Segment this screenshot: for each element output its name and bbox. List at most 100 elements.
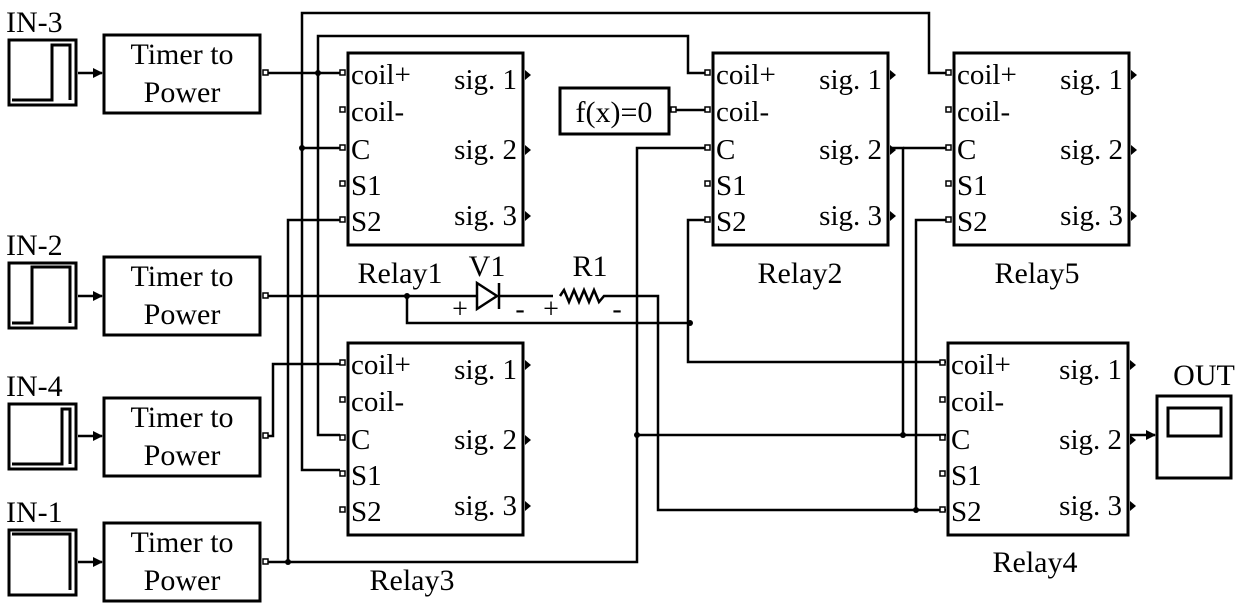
input-in-2[interactable]: IN-2 bbox=[6, 229, 78, 330]
input-port[interactable] bbox=[704, 106, 711, 113]
output-port[interactable] bbox=[1131, 211, 1137, 221]
input-port[interactable] bbox=[704, 144, 711, 151]
constant-label: f(x)=0 bbox=[576, 96, 653, 129]
input-in-4[interactable]: IN-4 bbox=[6, 370, 78, 471]
port-label: sig. 2 bbox=[819, 134, 882, 166]
relay-block-5[interactable]: coil+ coil- C S1 S2 sig. 1 sig. 2 sig. 3 Relay5 bbox=[945, 51, 1137, 290]
input-port[interactable] bbox=[939, 470, 946, 477]
constant-block[interactable]: f(x)=0 bbox=[558, 86, 677, 136]
diode-icon bbox=[475, 280, 500, 312]
output-label: OUT bbox=[1173, 359, 1235, 392]
input-port[interactable] bbox=[339, 106, 346, 113]
relay-name: Relay5 bbox=[995, 257, 1080, 290]
input-port[interactable] bbox=[339, 216, 346, 223]
relay-block-4[interactable]: coil+ coil- C S1 S2 sig. 1 sig. 2 sig. 3 Relay4 bbox=[939, 341, 1136, 579]
wire bbox=[890, 146, 905, 435]
input-in-1[interactable]: IN-1 bbox=[6, 496, 78, 597]
input-port[interactable] bbox=[939, 359, 946, 366]
port-label: sig. 3 bbox=[454, 490, 517, 522]
relay-block-3[interactable]: coil+ coil- C S1 S2 sig. 1 sig. 2 sig. 3 Relay3 bbox=[339, 341, 531, 597]
diode-label: V1 bbox=[469, 250, 506, 283]
input-port[interactable] bbox=[339, 69, 346, 76]
port-label: S1 bbox=[951, 460, 982, 492]
port-label: S2 bbox=[951, 496, 982, 528]
timer-block-2[interactable]: Timer to Power bbox=[102, 255, 269, 337]
port-label: sig. 1 bbox=[1060, 64, 1123, 96]
step-source-icon bbox=[7, 38, 78, 107]
timer-label: Timer to bbox=[130, 401, 233, 434]
wire bbox=[286, 218, 340, 562]
relay-name: Relay1 bbox=[358, 257, 443, 290]
port-label: C bbox=[716, 134, 735, 166]
port-label: sig. 3 bbox=[1059, 490, 1122, 522]
polarity-plus: + bbox=[452, 294, 468, 325]
input-port[interactable] bbox=[339, 144, 346, 151]
output-port[interactable] bbox=[1130, 360, 1136, 370]
polarity-minus: - bbox=[515, 294, 524, 325]
input-port[interactable] bbox=[939, 506, 946, 513]
output-port[interactable] bbox=[1131, 145, 1137, 155]
output-port[interactable] bbox=[890, 211, 896, 221]
input-port[interactable] bbox=[339, 180, 346, 187]
output-port[interactable] bbox=[525, 145, 531, 155]
input-port[interactable] bbox=[939, 434, 946, 441]
output-port[interactable] bbox=[525, 435, 531, 445]
input-port[interactable] bbox=[945, 144, 952, 151]
input-port[interactable] bbox=[945, 69, 952, 76]
input-port[interactable] bbox=[945, 180, 952, 187]
wire bbox=[316, 73, 340, 437]
port-label: coil- bbox=[351, 96, 404, 128]
port-label: sig. 1 bbox=[454, 64, 517, 96]
input-label: IN-3 bbox=[6, 6, 63, 39]
port-label: sig. 2 bbox=[454, 134, 517, 166]
output-port[interactable] bbox=[1130, 435, 1136, 445]
port-label: coil- bbox=[951, 386, 1004, 418]
port-label: S2 bbox=[957, 206, 988, 238]
input-port[interactable] bbox=[945, 216, 952, 223]
port-label: S2 bbox=[716, 206, 747, 238]
input-port[interactable] bbox=[339, 396, 346, 403]
output-port[interactable] bbox=[525, 211, 531, 221]
relay-name: Relay3 bbox=[370, 564, 455, 597]
input-port[interactable] bbox=[339, 470, 346, 477]
output-port[interactable] bbox=[890, 70, 896, 80]
port-label: S1 bbox=[716, 170, 747, 202]
port-label: sig. 1 bbox=[819, 64, 882, 96]
input-label: IN-1 bbox=[6, 496, 63, 529]
output-port[interactable] bbox=[525, 360, 531, 370]
wire bbox=[268, 362, 340, 438]
input-label: IN-2 bbox=[6, 229, 63, 262]
output-port[interactable] bbox=[890, 145, 896, 155]
input-port[interactable] bbox=[704, 180, 711, 187]
timer-label: Timer to bbox=[130, 260, 233, 293]
input-port[interactable] bbox=[945, 106, 952, 113]
port-label: S1 bbox=[351, 460, 382, 492]
port-label: S1 bbox=[957, 170, 988, 202]
port-label: S1 bbox=[351, 170, 382, 202]
output-port[interactable] bbox=[1131, 70, 1137, 80]
output-port[interactable] bbox=[525, 501, 531, 511]
input-port[interactable] bbox=[339, 359, 346, 366]
input-label: IN-4 bbox=[6, 370, 63, 403]
input-port[interactable] bbox=[339, 434, 346, 441]
port-label: sig. 2 bbox=[1060, 134, 1123, 166]
input-port[interactable] bbox=[339, 506, 346, 513]
port-label: coil+ bbox=[351, 349, 411, 381]
output-port[interactable] bbox=[525, 70, 531, 80]
timer-label: Power bbox=[144, 76, 221, 109]
diode-v1[interactable]: V1 + - bbox=[452, 250, 525, 325]
input-port[interactable] bbox=[939, 396, 946, 403]
input-in-3[interactable]: IN-3 bbox=[6, 6, 78, 107]
output-port[interactable] bbox=[1130, 501, 1136, 511]
output-scope[interactable]: OUT bbox=[1155, 359, 1235, 480]
resistor-r1[interactable]: R1 + - bbox=[543, 250, 622, 325]
input-port[interactable] bbox=[704, 69, 711, 76]
input-port[interactable] bbox=[704, 216, 711, 223]
timer-block-1[interactable]: Timer to Power bbox=[102, 33, 269, 115]
timer-block-4[interactable]: Timer to Power bbox=[102, 521, 269, 603]
timer-block-3[interactable]: Timer to Power bbox=[102, 396, 269, 478]
relay-block-2[interactable]: coil+ coil- C S1 S2 sig. 1 sig. 2 sig. 3 Relay2 bbox=[704, 51, 896, 290]
port-label: sig. 1 bbox=[1059, 354, 1122, 386]
timer-label: Power bbox=[144, 564, 221, 597]
port-label: coil+ bbox=[951, 349, 1011, 381]
